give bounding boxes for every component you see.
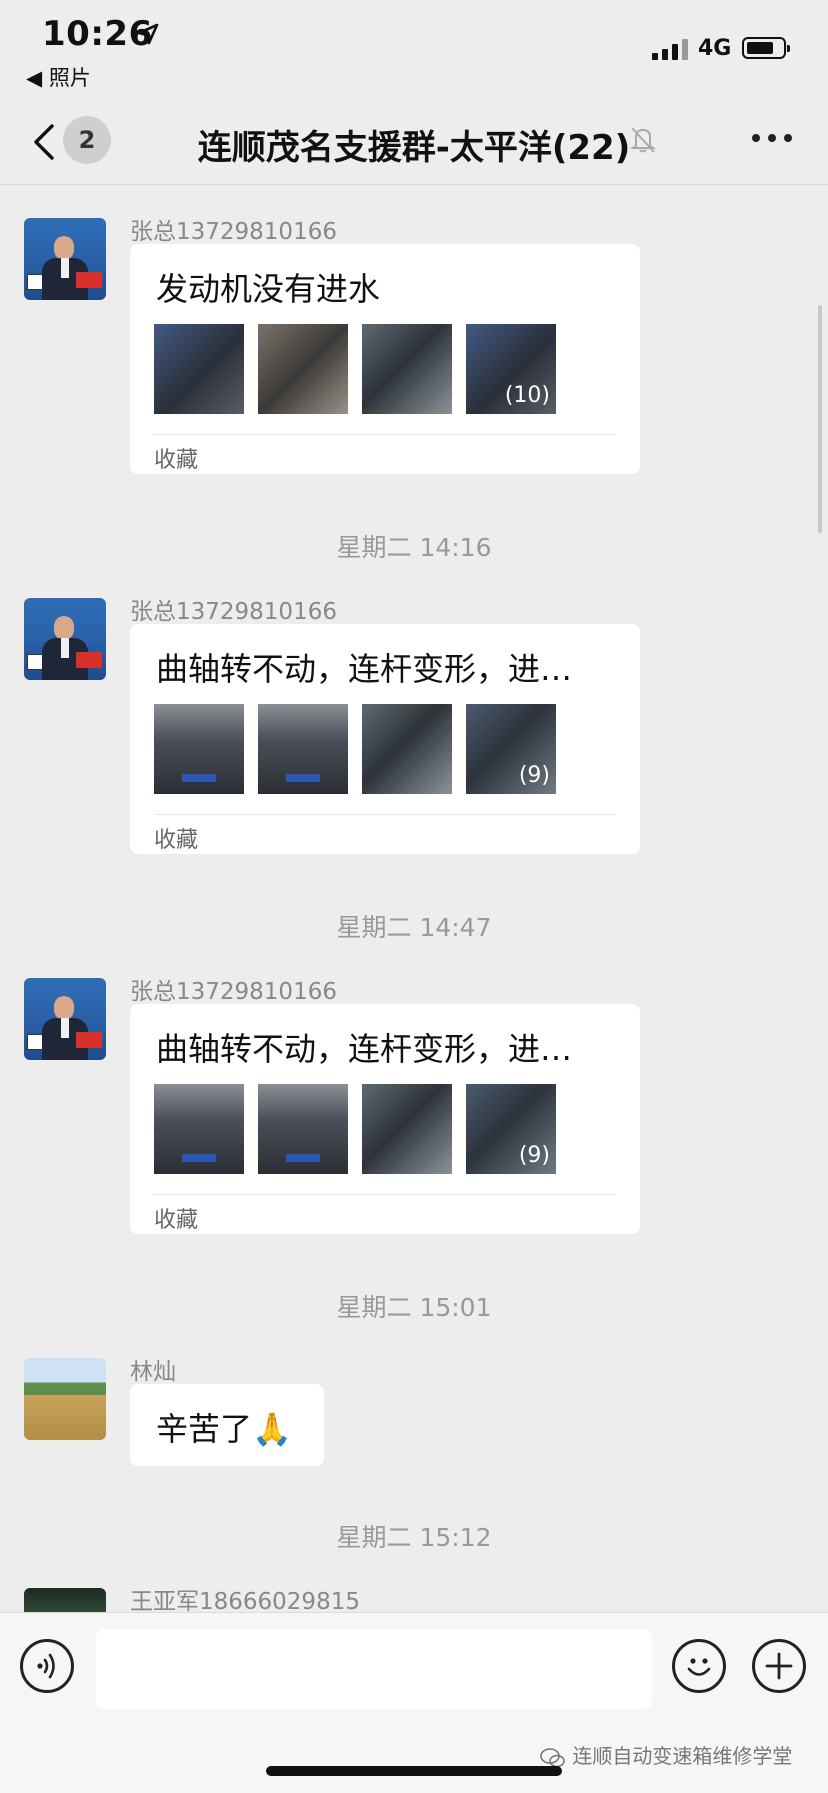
avatar[interactable] <box>24 218 106 300</box>
signal-icon <box>652 38 690 60</box>
message-bubble[interactable]: 辛苦了🙏 <box>130 1384 324 1466</box>
thumbnail-image[interactable]: (10) <box>466 324 556 414</box>
favorite-label: 收藏 <box>154 448 199 473</box>
emoji-icon[interactable] <box>672 1639 726 1693</box>
sender-name: 张总13729810166 <box>130 219 337 245</box>
thumbnail-image[interactable] <box>362 1084 452 1174</box>
timestamp: 星期二 14:16 <box>336 533 492 562</box>
more-images-count: (9) <box>518 1143 550 1168</box>
mute-bell-icon <box>629 127 657 153</box>
thumbnail-image[interactable] <box>154 704 244 794</box>
thumbnail-image[interactable] <box>154 1084 244 1174</box>
divider <box>154 814 616 815</box>
watermark: 连顺自动变速箱维修学堂 <box>540 1740 792 1769</box>
favorite-label: 收藏 <box>154 828 199 853</box>
voice-icon[interactable] <box>20 1639 74 1693</box>
timestamp: 星期二 15:01 <box>336 1293 492 1322</box>
message-bubble[interactable]: 曲轴转不动，连杆变形，进… (9) 收藏 <box>130 624 640 854</box>
message-bubble[interactable]: 发动机没有进水 (10) 收藏 <box>130 244 640 474</box>
thumbnail-image[interactable] <box>258 324 348 414</box>
message-input[interactable] <box>96 1629 652 1709</box>
message-text: 辛苦了🙏 <box>156 1404 292 1450</box>
divider <box>154 1194 616 1195</box>
message-text: 曲轴转不动，连杆变形，进… <box>156 1030 573 1068</box>
thumbnail-image[interactable]: (9) <box>466 704 556 794</box>
sender-name: 林灿 <box>130 1359 176 1385</box>
thumbnail-image[interactable]: (9) <box>466 1084 556 1174</box>
chat-title: 连顺茂名支援群-太平洋(22) <box>0 120 828 169</box>
timestamp: 星期二 14:47 <box>336 913 492 942</box>
image-grid: (9) <box>154 1084 574 1174</box>
battery-icon <box>742 37 790 59</box>
favorite-label: 收藏 <box>154 1208 199 1233</box>
sender-name: 张总13729810166 <box>130 599 337 625</box>
thumbnail-image[interactable] <box>154 324 244 414</box>
image-grid: (9) <box>154 704 574 794</box>
thumbnail-image[interactable] <box>258 1084 348 1174</box>
message-text-content: 辛苦了 <box>156 1410 253 1448</box>
message-bubble[interactable]: 曲轴转不动，连杆变形，进… (9) 收藏 <box>130 1004 640 1234</box>
home-indicator[interactable] <box>266 1766 562 1776</box>
more-images-count: (10) <box>504 383 550 408</box>
plus-icon[interactable] <box>752 1639 806 1693</box>
divider <box>154 434 616 435</box>
more-icon[interactable] <box>752 134 792 144</box>
avatar[interactable] <box>24 1358 106 1440</box>
avatar[interactable] <box>24 598 106 680</box>
thumbnail-image[interactable] <box>362 324 452 414</box>
avatar[interactable] <box>24 1588 106 1612</box>
thumbnail-image[interactable] <box>258 704 348 794</box>
scrollbar[interactable] <box>818 305 822 533</box>
sender-name: 张总13729810166 <box>130 979 337 1005</box>
avatar[interactable] <box>24 978 106 1060</box>
pray-emoji: 🙏 <box>252 1410 292 1448</box>
timestamp: 星期二 15:12 <box>336 1523 492 1552</box>
sender-name: 王亚军18666029815 <box>130 1589 360 1615</box>
location-arrow-icon <box>137 23 159 45</box>
message-text: 发动机没有进水 <box>156 270 381 308</box>
watermark-text: 连顺自动变速箱维修学堂 <box>572 1744 793 1768</box>
more-images-count: (9) <box>518 763 550 788</box>
message-text: 曲轴转不动，连杆变形，进… <box>156 650 573 688</box>
thumbnail-image[interactable] <box>362 704 452 794</box>
image-grid: (10) <box>154 324 574 414</box>
back-to-app-link[interactable]: ◀ 照片 <box>26 62 91 92</box>
status-bar: 10:26 ◀ 照片 4G <box>0 0 828 100</box>
network-type: 4G <box>698 36 732 61</box>
chat-title-text: 连顺茂名支援群-太平洋(22) <box>197 128 631 168</box>
